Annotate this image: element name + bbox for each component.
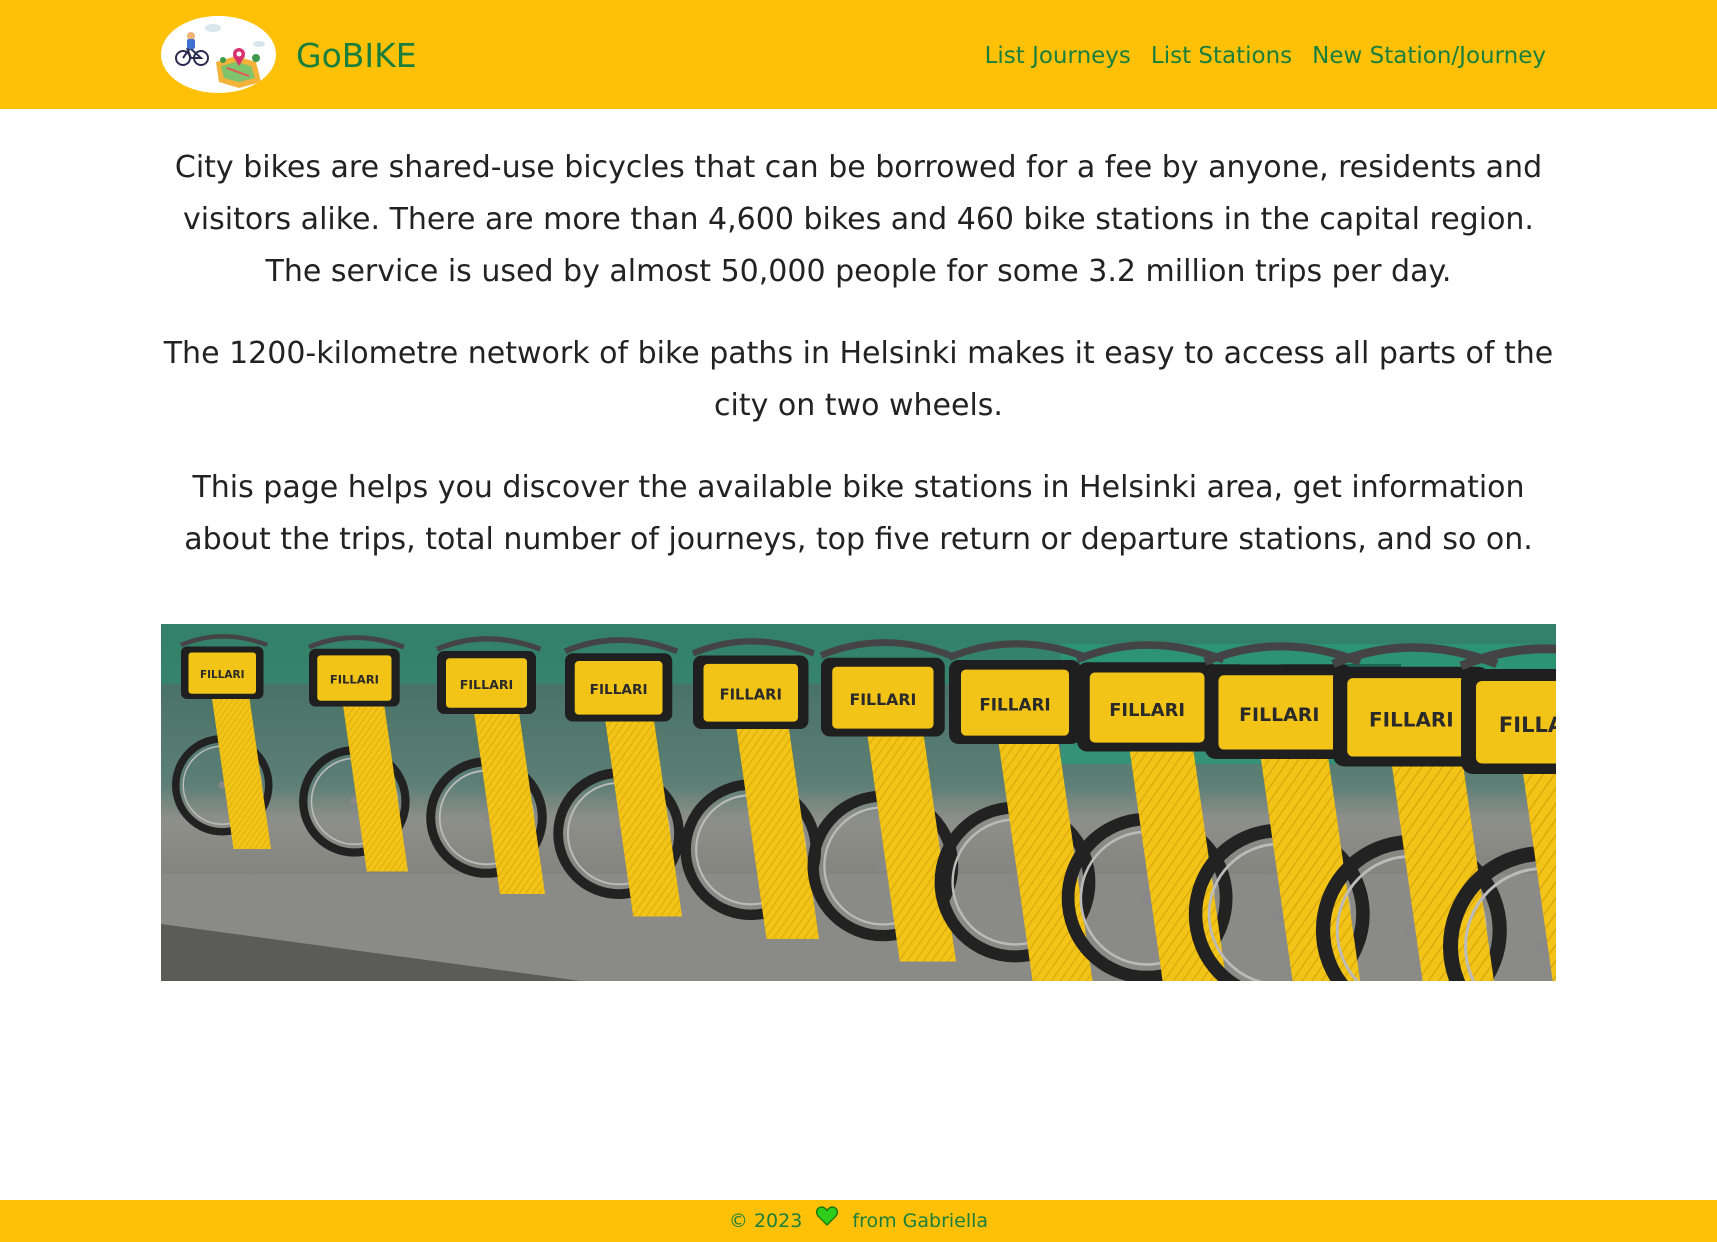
svg-text:FILLARI: FILLARI	[849, 690, 916, 709]
intro-paragraph-3: This page helps you discover the availab…	[184, 470, 1533, 557]
nav-link-list-journeys[interactable]: List Journeys	[985, 38, 1131, 74]
brand-name[interactable]: GoBIKE	[296, 34, 417, 78]
heart-icon	[816, 1199, 839, 1241]
svg-text:FILLARI: FILLARI	[460, 677, 513, 692]
intro-paragraph-2: The 1200-kilometre network of bike paths…	[163, 336, 1554, 423]
svg-text:FILLARI: FILLARI	[1369, 708, 1454, 732]
intro-paragraph-1: City bikes are shared-use bicycles that …	[174, 150, 1543, 289]
svg-text:FILLARI: FILLARI	[590, 682, 648, 698]
svg-text:FILLARI: FILLARI	[720, 687, 782, 704]
svg-text:FILLARI: FILLARI	[1109, 700, 1185, 721]
svg-text:FILLARI: FILLARI	[979, 694, 1050, 714]
city-bikes-photo: FILLARI FILLARI FILLARI FILLARI FILLARI FILLA…	[161, 624, 1556, 981]
page: GoBIKE List Journeys List Stations New S…	[0, 0, 1717, 1242]
navbar: GoBIKE List Journeys List Stations New S…	[0, 0, 1717, 109]
bike-map-logo-icon[interactable]	[161, 16, 276, 93]
intro-text: City bikes are shared-use bicycles that …	[161, 142, 1556, 596]
svg-text:FILLARI: FILLARI	[1239, 704, 1319, 726]
city-bikes-illustration: FILLARI FILLARI FILLARI FILLARI FILLARI FILLA…	[161, 624, 1556, 981]
svg-text:FILLARI: FILLARI	[1499, 713, 1556, 737]
svg-text:FILLARI: FILLARI	[330, 672, 379, 686]
nav-link-new-station-journey[interactable]: New Station/Journey	[1312, 38, 1546, 74]
nav-link-list-stations[interactable]: List Stations	[1151, 38, 1292, 74]
svg-text:FILLARI: FILLARI	[200, 669, 245, 681]
footer-copyright: © 2023	[728, 1210, 803, 1232]
footer: © 2023 from Gabriella	[0, 1200, 1717, 1242]
footer-author: from Gabriella	[852, 1210, 989, 1232]
nav-menu: List Journeys List Stations New Station/…	[985, 38, 1546, 74]
